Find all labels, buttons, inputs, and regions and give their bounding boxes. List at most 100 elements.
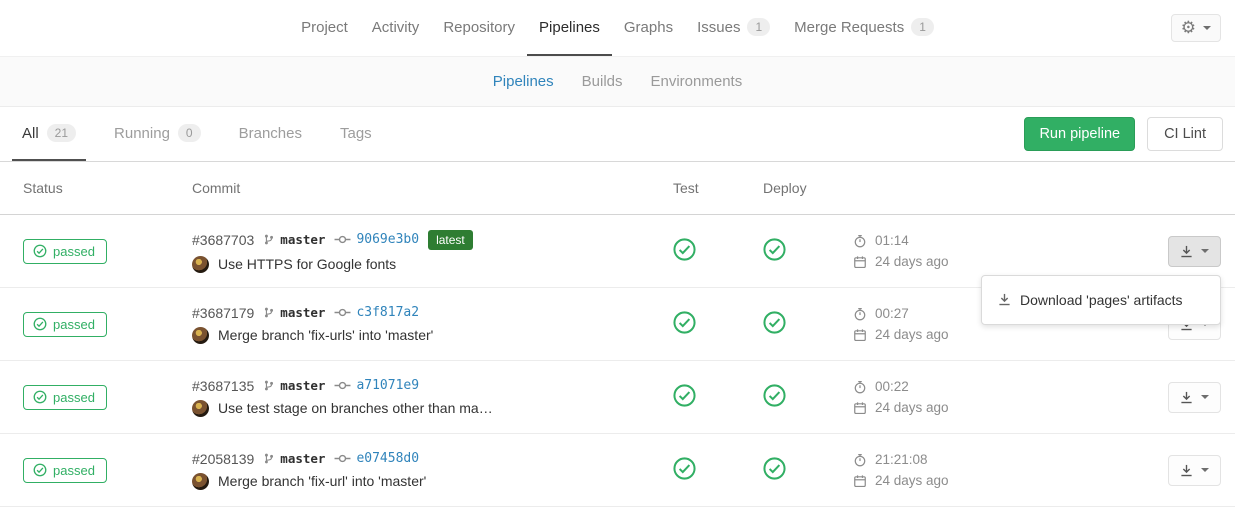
- author-avatar[interactable]: [192, 327, 209, 344]
- latest-badge: latest: [428, 230, 473, 250]
- nav-item-graphs[interactable]: Graphs: [612, 0, 685, 56]
- branch-link[interactable]: master: [280, 232, 325, 247]
- download-icon: [1180, 245, 1193, 258]
- tab-tags[interactable]: Tags: [330, 107, 382, 161]
- merge-requests-count-badge: 1: [911, 18, 934, 36]
- test-status-icon[interactable]: [673, 457, 696, 480]
- branch-icon: [263, 452, 275, 465]
- branch-icon: [263, 306, 275, 319]
- check-circle-icon: [673, 311, 696, 334]
- branch-link[interactable]: master: [280, 451, 325, 466]
- tab-branches[interactable]: Branches: [229, 107, 312, 161]
- commit-message-link[interactable]: Use test stage on branches other than ma…: [218, 400, 493, 416]
- pipeline-id-link[interactable]: #3687179: [192, 305, 254, 321]
- check-circle-icon: [673, 238, 696, 261]
- subnav-item-pipelines[interactable]: Pipelines: [479, 73, 568, 90]
- commit-message-link[interactable]: Merge branch 'fix-url' into 'master': [218, 473, 426, 489]
- nav-item-project[interactable]: Project: [289, 0, 360, 56]
- pipeline-id-link[interactable]: #3687703: [192, 232, 254, 248]
- ci-lint-button[interactable]: CI Lint: [1147, 117, 1223, 151]
- pipeline-age: 24 days ago: [853, 327, 983, 342]
- check-circle-icon: [763, 384, 786, 407]
- run-pipeline-button[interactable]: Run pipeline: [1024, 117, 1135, 151]
- pipeline-id-link[interactable]: #2058139: [192, 451, 254, 467]
- branch-link[interactable]: master: [280, 378, 325, 393]
- pipeline-age: 24 days ago: [853, 400, 983, 415]
- deploy-status-icon[interactable]: [763, 238, 786, 261]
- subnav-item-builds[interactable]: Builds: [568, 73, 637, 90]
- nav-item-merge-requests[interactable]: Merge Requests 1: [782, 0, 946, 56]
- artifacts-download-button[interactable]: [1168, 382, 1221, 413]
- dropdown-item-download-pages-artifacts[interactable]: Download 'pages' artifacts: [982, 284, 1220, 316]
- calendar-icon: [853, 474, 867, 488]
- status-badge[interactable]: passed: [23, 312, 107, 337]
- status-badge[interactable]: passed: [23, 239, 107, 264]
- pipeline-duration: 00:27: [853, 306, 983, 321]
- check-circle-icon: [33, 244, 47, 258]
- commit-icon: [334, 380, 351, 391]
- commit-sha-link[interactable]: a71071e9: [356, 378, 419, 393]
- chevron-down-icon: [1203, 26, 1211, 30]
- commit-icon: [334, 453, 351, 464]
- branch-icon: [263, 379, 275, 392]
- author-avatar[interactable]: [192, 400, 209, 417]
- nav-item-activity[interactable]: Activity: [360, 0, 432, 56]
- ci-sub-navigation: Pipelines Builds Environments: [0, 56, 1235, 107]
- author-avatar[interactable]: [192, 473, 209, 490]
- all-count-badge: 21: [47, 124, 76, 142]
- test-status-icon[interactable]: [673, 238, 696, 261]
- tab-all[interactable]: All 21: [12, 107, 86, 161]
- artifacts-dropdown-menu: Download 'pages' artifacts: [981, 275, 1221, 325]
- pipelines-table: Status Commit Test Deploy passed #368770…: [0, 162, 1235, 507]
- gear-icon: ⚙: [1181, 19, 1196, 37]
- table-row: passed #3687135 master a71071e9 Use test…: [0, 361, 1235, 434]
- settings-menu-button[interactable]: ⚙: [1171, 14, 1221, 42]
- nav-item-issues[interactable]: Issues 1: [685, 0, 782, 56]
- header-test: Test: [653, 180, 743, 196]
- check-circle-icon: [33, 390, 47, 404]
- commit-sha-link[interactable]: e07458d0: [356, 451, 419, 466]
- author-avatar[interactable]: [192, 256, 209, 273]
- test-status-icon[interactable]: [673, 311, 696, 334]
- check-circle-icon: [33, 463, 47, 477]
- pipeline-id-link[interactable]: #3687135: [192, 378, 254, 394]
- header-status: Status: [12, 180, 192, 196]
- status-badge[interactable]: passed: [23, 385, 107, 410]
- chevron-down-icon: [1201, 468, 1209, 472]
- header-deploy: Deploy: [743, 180, 833, 196]
- download-icon: [998, 293, 1011, 306]
- deploy-status-icon[interactable]: [763, 457, 786, 480]
- timer-icon: [853, 453, 867, 467]
- commit-sha-link[interactable]: 9069e3b0: [356, 232, 419, 247]
- calendar-icon: [853, 401, 867, 415]
- header-commit: Commit: [192, 180, 653, 196]
- artifacts-download-button[interactable]: [1168, 236, 1221, 267]
- artifacts-download-button[interactable]: [1168, 455, 1221, 486]
- tab-running[interactable]: Running 0: [104, 107, 211, 161]
- top-navigation: Project Activity Repository Pipelines Gr…: [0, 0, 1235, 56]
- pipeline-age: 24 days ago: [853, 473, 983, 488]
- test-status-icon[interactable]: [673, 384, 696, 407]
- check-circle-icon: [763, 311, 786, 334]
- nav-item-repository[interactable]: Repository: [431, 0, 527, 56]
- commit-message-link[interactable]: Use HTTPS for Google fonts: [218, 256, 396, 272]
- branch-icon: [263, 233, 275, 246]
- download-icon: [1180, 391, 1193, 404]
- branch-link[interactable]: master: [280, 305, 325, 320]
- pipelines-toolbar: All 21 Running 0 Branches Tags Run pipel…: [0, 107, 1235, 162]
- issues-count-badge: 1: [747, 18, 770, 36]
- subnav-item-environments[interactable]: Environments: [637, 73, 757, 90]
- nav-item-pipelines[interactable]: Pipelines: [527, 0, 612, 56]
- status-badge[interactable]: passed: [23, 458, 107, 483]
- check-circle-icon: [673, 457, 696, 480]
- deploy-status-icon[interactable]: [763, 311, 786, 334]
- download-icon: [1180, 464, 1193, 477]
- timer-icon: [853, 234, 867, 248]
- commit-message-link[interactable]: Merge branch 'fix-urls' into 'master': [218, 327, 433, 343]
- table-header: Status Commit Test Deploy: [0, 162, 1235, 215]
- pipeline-duration: 00:22: [853, 379, 983, 394]
- timer-icon: [853, 380, 867, 394]
- commit-sha-link[interactable]: c3f817a2: [356, 305, 419, 320]
- table-row: passed #3687703 master 9069e3b0 latest U…: [0, 215, 1235, 288]
- deploy-status-icon[interactable]: [763, 384, 786, 407]
